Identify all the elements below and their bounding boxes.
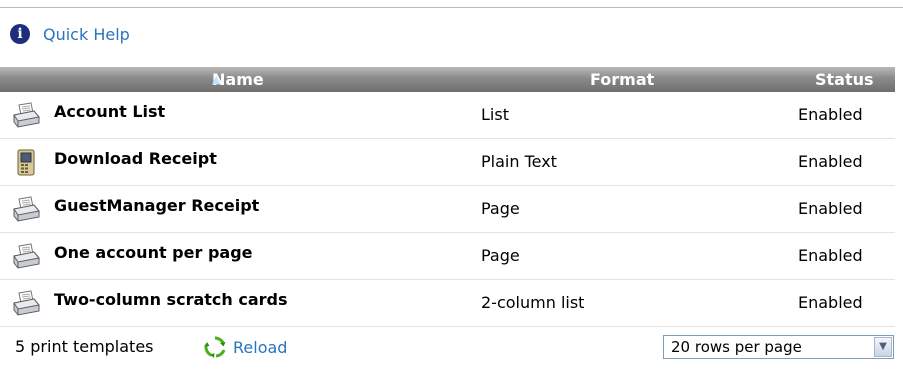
column-header-status[interactable]: Status	[815, 67, 874, 92]
info-icon: i	[10, 24, 30, 44]
chevron-down-icon[interactable]: ▼	[874, 337, 892, 357]
table-row[interactable]: Download Receipt Plain Text Enabled	[0, 139, 895, 186]
template-name[interactable]: Account List	[54, 92, 165, 132]
template-status: Enabled	[798, 246, 863, 265]
template-count: 5 print templates	[15, 337, 154, 356]
print-templates-table: ▲ Name Format Status Account List List En…	[0, 67, 895, 327]
template-status: Enabled	[798, 293, 863, 312]
template-status: Enabled	[798, 105, 863, 124]
sort-ascending-icon: ▲	[212, 73, 221, 86]
reload-link[interactable]: Reload	[233, 338, 287, 357]
rows-per-page-select[interactable]: 20 rows per page ▼	[663, 335, 894, 359]
table-row[interactable]: One account per page Page Enabled	[0, 233, 895, 280]
template-status: Enabled	[798, 199, 863, 218]
template-status: Enabled	[798, 152, 863, 171]
table-row[interactable]: Account List List Enabled	[0, 92, 895, 139]
mobile-phone-icon	[17, 149, 35, 176]
column-header-name[interactable]: ▲ Name	[212, 67, 264, 92]
top-divider	[0, 7, 903, 8]
template-name[interactable]: One account per page	[54, 233, 253, 273]
printer-icon	[13, 102, 40, 128]
template-name[interactable]: Download Receipt	[54, 139, 217, 179]
template-format: 2-column list	[481, 293, 585, 312]
reload-button[interactable]: Reload	[203, 335, 287, 359]
rows-per-page-value: 20 rows per page	[671, 338, 802, 356]
refresh-icon	[204, 336, 226, 358]
table-row[interactable]: GuestManager Receipt Page Enabled	[0, 186, 895, 233]
template-name[interactable]: GuestManager Receipt	[54, 186, 259, 226]
template-format: Page	[481, 199, 520, 218]
table-footer: 5 print templates Reload 20 rows per pag…	[0, 332, 903, 362]
printer-icon	[13, 243, 40, 269]
table-row[interactable]: Two-column scratch cards 2-column list E…	[0, 280, 895, 327]
template-format: List	[481, 105, 509, 124]
table-header: ▲ Name Format Status	[0, 67, 895, 92]
template-format: Plain Text	[481, 152, 557, 171]
template-name[interactable]: Two-column scratch cards	[54, 280, 288, 320]
template-format: Page	[481, 246, 520, 265]
quick-help[interactable]: i Quick Help	[10, 23, 130, 45]
printer-icon	[13, 196, 40, 222]
column-header-format[interactable]: Format	[590, 67, 654, 92]
quick-help-link[interactable]: Quick Help	[43, 25, 130, 44]
printer-icon	[13, 290, 40, 316]
